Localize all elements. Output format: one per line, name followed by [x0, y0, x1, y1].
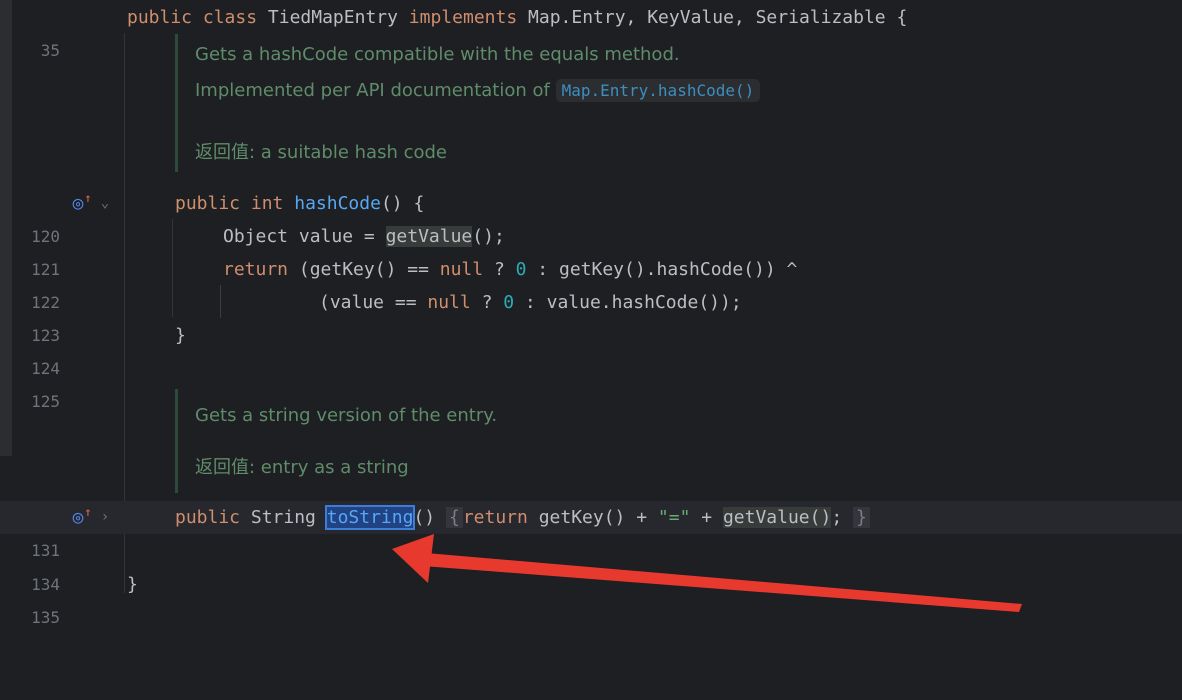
annotation-arrow-head	[392, 534, 434, 583]
annotation-arrow	[392, 534, 1022, 612]
code-editor[interactable]: 35 public class TiedMapEntry implements …	[0, 0, 1182, 627]
annotation-arrow-shaft	[423, 553, 1022, 612]
